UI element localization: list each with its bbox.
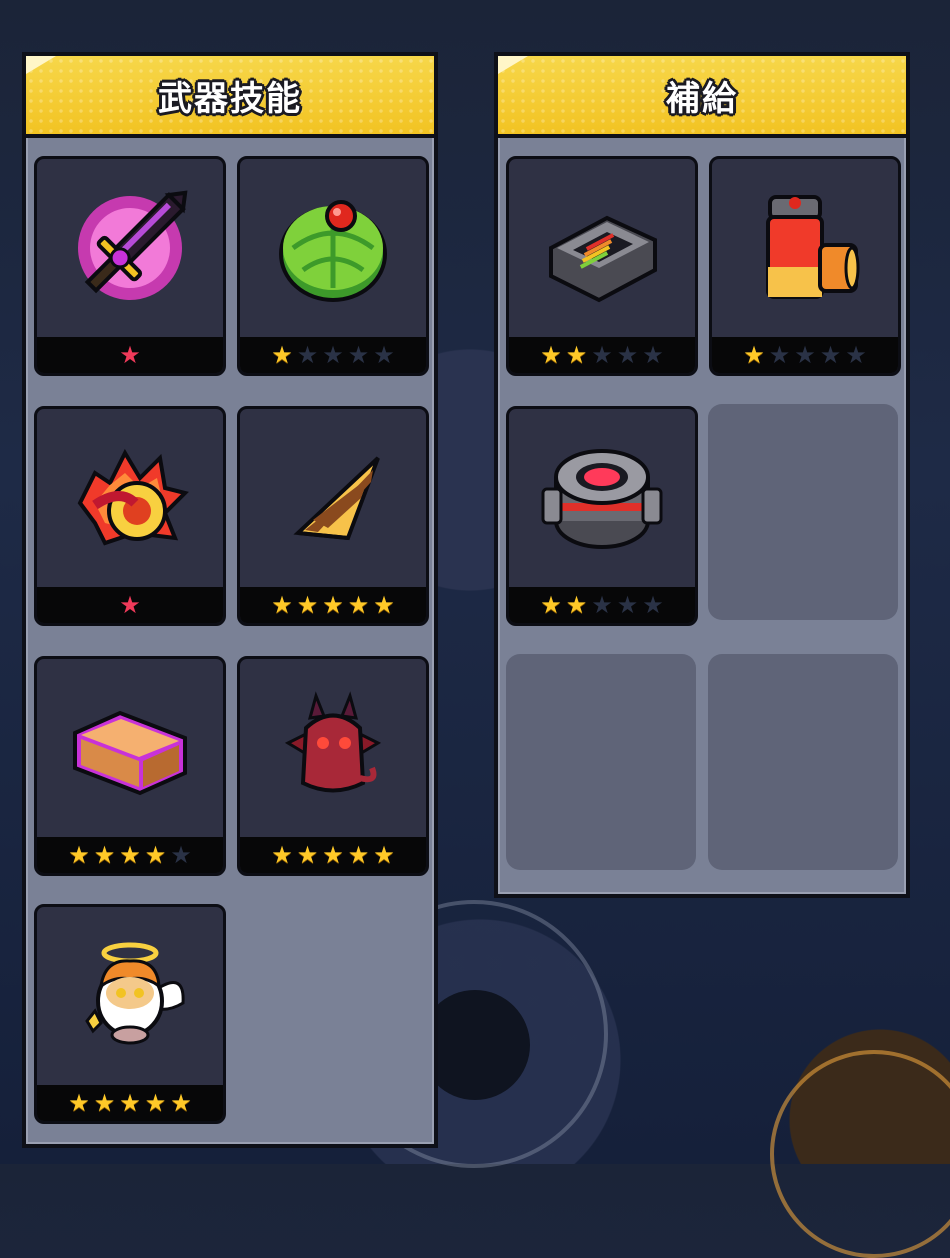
star-icon: ★	[642, 341, 664, 369]
weapon-card-fire-ring[interactable]: ★	[34, 406, 226, 626]
green-disc-icon	[240, 159, 426, 337]
background-ring-2	[770, 1050, 950, 1258]
star-icon: ★	[373, 341, 395, 369]
star-icon: ★	[565, 591, 588, 619]
devil-pet-icon	[240, 659, 426, 837]
star-icon: ★	[322, 841, 344, 869]
weapon-skills-header: 武器技能	[26, 56, 434, 138]
weapon-card-devil-pet[interactable]: ★ ★ ★ ★ ★	[237, 656, 429, 876]
supplies-panel: 補給 ★ ★ ★ ★ ★ ★ ★ ★ ★ ★ ★ ★ ★ ★ ★	[494, 52, 910, 898]
star-rating: ★ ★ ★ ★ ★	[509, 587, 695, 623]
battery-pack-icon	[509, 159, 695, 337]
fuel-canister-icon	[712, 159, 898, 337]
star-icon: ★	[296, 841, 319, 869]
star-icon: ★	[144, 841, 167, 869]
star-icon: ★	[68, 841, 90, 869]
star-rating: ★ ★ ★ ★ ★	[37, 837, 223, 873]
star-rating: ★	[37, 587, 223, 623]
fire-ring-icon	[37, 409, 223, 587]
star-icon: ★	[68, 1089, 90, 1117]
weapon-skills-panel: 武器技能 ★ ★ ★ ★ ★ ★ ★ ★ ★ ★ ★ ★ ★ ★ ★ ★ ★ ★…	[22, 52, 438, 1148]
star-icon: ★	[373, 591, 395, 619]
star-icon: ★	[347, 591, 370, 619]
star-icon: ★	[819, 341, 842, 369]
weapon-card-angel-pet[interactable]: ★ ★ ★ ★ ★	[34, 904, 226, 1124]
brick-icon	[37, 659, 223, 837]
star-rating: ★ ★ ★ ★ ★	[240, 837, 426, 873]
star-icon: ★	[271, 841, 293, 869]
star-icon: ★	[591, 591, 613, 619]
star-icon: ★	[347, 341, 370, 369]
star-icon: ★	[794, 341, 816, 369]
star-icon: ★	[322, 591, 344, 619]
weapon-card-brick[interactable]: ★ ★ ★ ★ ★	[34, 656, 226, 876]
star-icon: ★	[743, 341, 765, 369]
star-icon: ★	[768, 341, 791, 369]
star-icon: ★	[119, 841, 141, 869]
star-rating: ★ ★ ★ ★ ★	[712, 337, 898, 373]
empty-slot	[708, 404, 898, 620]
star-icon: ★	[591, 341, 613, 369]
star-rating: ★ ★ ★ ★ ★	[240, 587, 426, 623]
supply-card-energy-core[interactable]: ★ ★ ★ ★ ★	[506, 406, 698, 626]
drill-cone-icon	[240, 409, 426, 587]
weapon-skills-title: 武器技能	[158, 78, 302, 119]
star-rating: ★ ★ ★ ★ ★	[240, 337, 426, 373]
star-icon: ★	[296, 341, 319, 369]
star-icon: ★	[170, 841, 192, 869]
empty-slot	[506, 654, 696, 870]
supplies-header: 補給	[498, 56, 906, 138]
star-icon: ★	[540, 591, 562, 619]
star-icon: ★	[119, 591, 141, 619]
star-rating: ★	[37, 337, 223, 373]
star-icon: ★	[322, 341, 344, 369]
star-icon: ★	[540, 341, 562, 369]
star-icon: ★	[642, 591, 664, 619]
star-icon: ★	[296, 591, 319, 619]
star-icon: ★	[170, 1089, 192, 1117]
star-icon: ★	[373, 841, 395, 869]
energy-core-icon	[509, 409, 695, 587]
weapon-card-magic-sword[interactable]: ★	[34, 156, 226, 376]
star-icon: ★	[119, 1089, 141, 1117]
star-icon: ★	[271, 591, 293, 619]
star-icon: ★	[845, 341, 867, 369]
star-icon: ★	[119, 341, 141, 369]
weapon-card-drill-cone[interactable]: ★ ★ ★ ★ ★	[237, 406, 429, 626]
star-icon: ★	[271, 341, 293, 369]
star-icon: ★	[347, 841, 370, 869]
star-icon: ★	[93, 1089, 116, 1117]
magic-sword-icon	[37, 159, 223, 337]
supplies-title: 補給	[666, 78, 738, 119]
star-icon: ★	[93, 841, 116, 869]
star-icon: ★	[565, 341, 588, 369]
star-icon: ★	[616, 591, 639, 619]
weapon-card-green-disc[interactable]: ★ ★ ★ ★ ★	[237, 156, 429, 376]
star-rating: ★ ★ ★ ★ ★	[37, 1085, 223, 1121]
supply-card-battery-pack[interactable]: ★ ★ ★ ★ ★	[506, 156, 698, 376]
supply-card-fuel-canister[interactable]: ★ ★ ★ ★ ★	[709, 156, 901, 376]
empty-slot	[708, 654, 898, 870]
star-icon: ★	[144, 1089, 167, 1117]
star-rating: ★ ★ ★ ★ ★	[509, 337, 695, 373]
angel-pet-icon	[37, 907, 223, 1085]
star-icon: ★	[616, 341, 639, 369]
